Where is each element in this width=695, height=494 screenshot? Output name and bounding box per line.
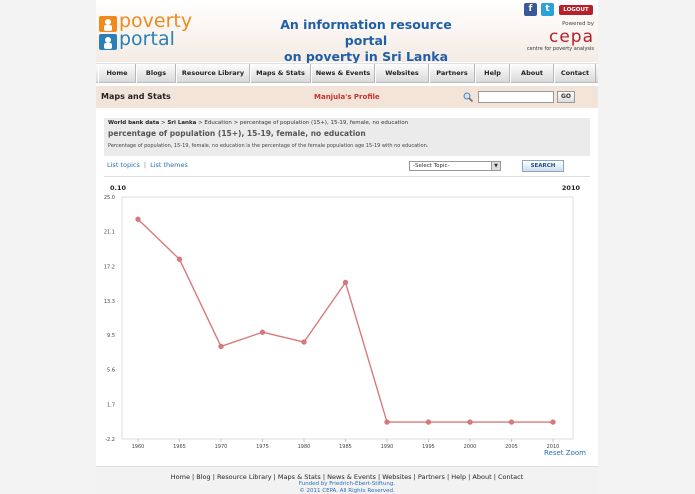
- breadcrumb: World bank data > Sri Lanka > Education …: [108, 120, 408, 126]
- link-separator: |: [143, 161, 147, 169]
- nav-help[interactable]: Help: [475, 64, 510, 83]
- y-tick-label: -2.2: [105, 437, 115, 443]
- breadcrumb-root[interactable]: World bank data: [108, 120, 159, 126]
- y-tick-label: 1.7: [107, 402, 115, 408]
- nav-home[interactable]: Home: [98, 64, 136, 83]
- footer-link-contact[interactable]: Contact: [498, 473, 523, 481]
- x-tick-label: 1995: [422, 444, 435, 450]
- data-point[interactable]: [550, 419, 556, 425]
- footer-link-news-events[interactable]: News & Events: [327, 473, 376, 481]
- reset-zoom-button[interactable]: Reset Zoom: [544, 449, 586, 457]
- x-tick-label: 1990: [381, 444, 394, 450]
- search-go-button[interactable]: GO: [557, 91, 575, 103]
- list-links: List topics | List themes: [107, 161, 188, 173]
- nav-resource-library[interactable]: Resource Library: [176, 64, 250, 83]
- data-point[interactable]: [425, 419, 432, 425]
- section-bar: Maps and Stats Manjula's Profile GO: [96, 86, 598, 108]
- footer-link-home[interactable]: Home: [171, 473, 190, 481]
- data-point[interactable]: [342, 279, 349, 286]
- chart-svg: 0.10 2010 25.0 21.1 17.2 13.3 9.5 5.6 1.7 -2.2 196…: [104, 184, 581, 450]
- nav-contact[interactable]: Contact: [554, 64, 596, 83]
- chevron-down-icon: ▼: [491, 162, 500, 170]
- nav-about[interactable]: About: [510, 64, 554, 83]
- nav-websites[interactable]: Websites: [375, 64, 429, 83]
- page: poverty portal An information resource p…: [96, 0, 598, 494]
- data-point[interactable]: [176, 256, 183, 262]
- footer-link-websites[interactable]: Websites: [382, 473, 411, 481]
- logo-figure-icon: [99, 16, 117, 50]
- poverty-portal-logo[interactable]: poverty portal: [99, 12, 199, 52]
- plot-area: [121, 196, 574, 440]
- main-nav: Home Blogs Resource Library Maps & Stats…: [96, 63, 598, 83]
- footer-links: Home | Blog | Resource Library | Maps & …: [96, 473, 598, 481]
- footer-link-maps-stats[interactable]: Maps & Stats: [278, 473, 321, 481]
- x-tick-label: 2005: [505, 444, 518, 450]
- x-tick-label: 2000: [464, 444, 477, 450]
- x-tick-label: 1960: [132, 444, 145, 450]
- data-point[interactable]: [218, 343, 224, 350]
- footer-link-partners[interactable]: Partners: [418, 473, 445, 481]
- y-tick-label: 9.5: [107, 333, 115, 339]
- x-tick-label: 1975: [256, 444, 269, 450]
- page-title: Maps and Stats: [101, 92, 171, 101]
- y-tick-label: 5.6: [107, 368, 115, 374]
- data-point[interactable]: [301, 339, 307, 345]
- x-tick-label: 1970: [215, 444, 228, 450]
- site-footer: Home | Blog | Resource Library | Maps & …: [96, 466, 598, 494]
- site-search-input[interactable]: [478, 91, 554, 103]
- nav-blogs[interactable]: Blogs: [136, 64, 176, 83]
- data-point[interactable]: [467, 419, 473, 425]
- y-tick-label: 13.3: [104, 299, 115, 305]
- chart-corner-right-label: 2010: [562, 184, 581, 192]
- footer-link-help[interactable]: Help: [451, 473, 466, 481]
- breadcrumb-rest: > Education > percentage of population (…: [196, 120, 409, 126]
- indicator-info: World bank data > Sri Lanka > Education …: [104, 118, 590, 156]
- topic-select[interactable]: -Select Topic- ▼: [409, 161, 501, 171]
- footer-link-blog[interactable]: Blog: [196, 473, 210, 481]
- cepa-logo[interactable]: cepa centre for poverty analysis: [520, 27, 596, 53]
- y-tick-label: 21.1: [104, 230, 115, 236]
- list-topics-link[interactable]: List topics: [107, 161, 140, 169]
- indicator-title: percentage of population (15+), 15-19, f…: [108, 129, 366, 138]
- x-tick-label: 1980: [298, 444, 311, 450]
- x-tick-label: 1985: [339, 444, 352, 450]
- logout-button[interactable]: LOGOUT: [559, 5, 593, 15]
- twitter-icon[interactable]: t: [541, 3, 554, 16]
- footer-link-about[interactable]: About: [472, 473, 491, 481]
- data-point[interactable]: [508, 419, 515, 425]
- site-header: poverty portal An information resource p…: [96, 0, 598, 65]
- data-point[interactable]: [135, 216, 141, 222]
- y-tick-label: 25.0: [104, 195, 115, 201]
- site-tagline: An information resource portal on povert…: [261, 17, 471, 65]
- indicator-description: Percentage of population, 15-19, female,…: [108, 143, 429, 149]
- divider: [104, 176, 590, 177]
- topic-search-button[interactable]: SEARCH: [522, 160, 564, 172]
- data-point[interactable]: [384, 419, 390, 425]
- logo-text-portal: portal: [119, 28, 175, 50]
- nav-news-events[interactable]: News & Events: [311, 64, 375, 83]
- y-tick-label: 17.2: [104, 264, 115, 270]
- facebook-icon[interactable]: f: [524, 3, 537, 16]
- copyright: © 2011 CEPA. All Rights Reserved.: [299, 488, 395, 494]
- data-point[interactable]: [259, 329, 266, 335]
- cepa-logo-subtitle: centre for poverty analysis: [526, 46, 594, 52]
- topic-select-value: -Select Topic-: [413, 163, 450, 169]
- cepa-logo-word: cepa: [548, 27, 594, 47]
- breadcrumb-country[interactable]: Sri Lanka: [167, 120, 196, 126]
- nav-partners[interactable]: Partners: [429, 64, 475, 83]
- search-icon: [463, 92, 473, 102]
- x-tick-label: 1965: [173, 444, 186, 450]
- nav-maps-stats[interactable]: Maps & Stats: [250, 64, 311, 83]
- footer-link-resource-library[interactable]: Resource Library: [217, 473, 272, 481]
- funded-by[interactable]: Funded by Friedrich-Ebert-Stiftung.: [96, 481, 598, 487]
- indicator-chart: 0.10 2010 25.0 21.1 17.2 13.3 9.5 5.6 1.7 -2.2 196…: [96, 180, 598, 462]
- tagline-line-1: An information resource portal: [280, 17, 452, 48]
- list-themes-link[interactable]: List themes: [150, 161, 188, 169]
- chart-corner-left-label: 0.10: [110, 184, 127, 192]
- profile-link[interactable]: Manjula's Profile: [314, 86, 380, 108]
